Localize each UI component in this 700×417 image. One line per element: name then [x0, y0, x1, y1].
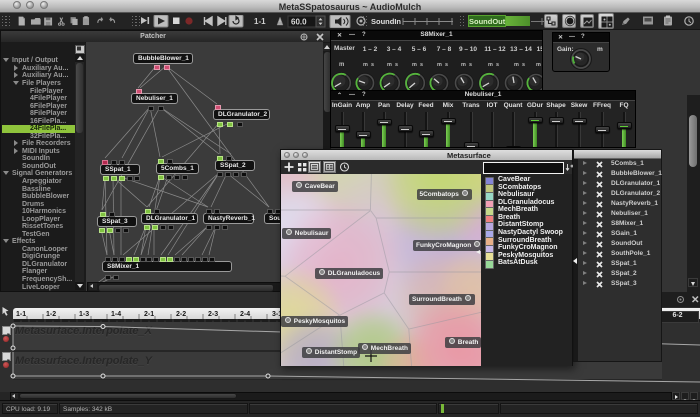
svg-text:60.0: 60.0 [291, 18, 307, 27]
svg-text:1-1: 1-1 [254, 17, 266, 26]
